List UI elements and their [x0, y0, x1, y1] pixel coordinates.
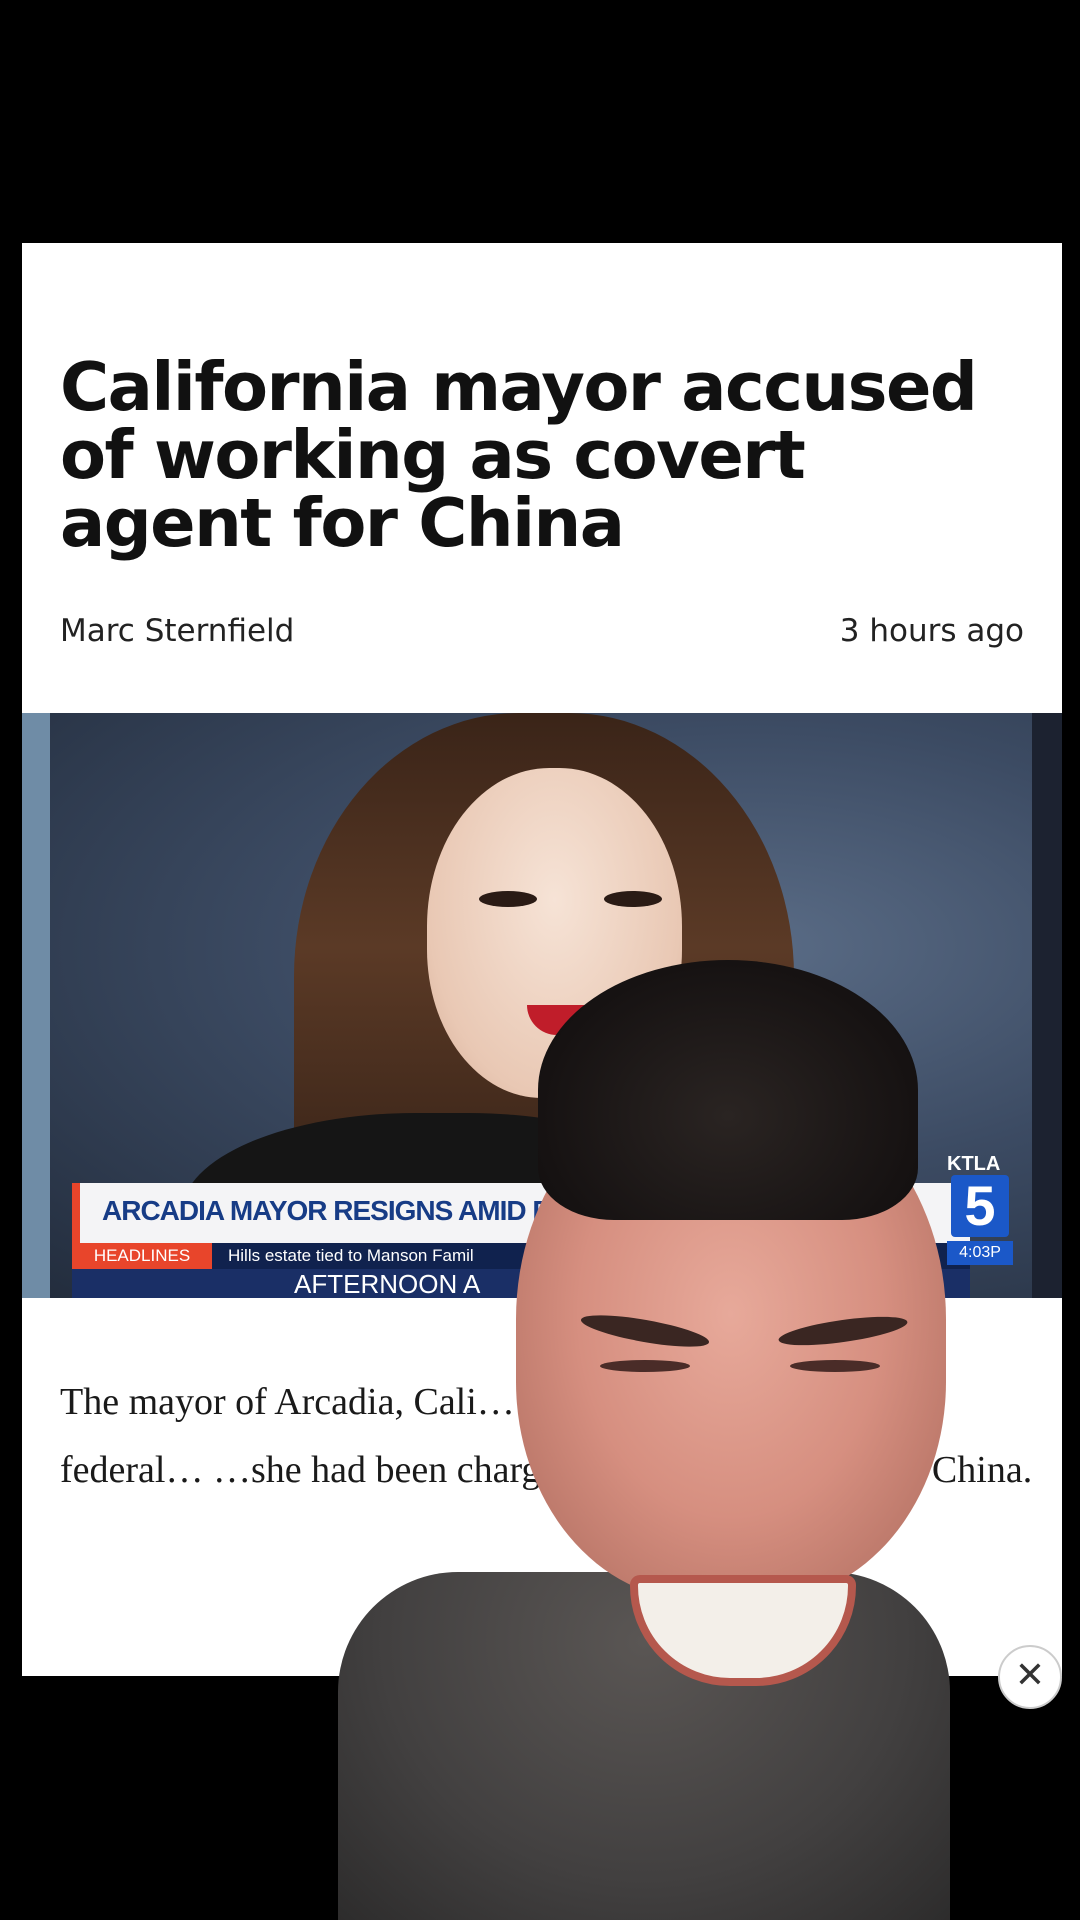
- person-eye-right: [790, 1360, 880, 1372]
- byline: Marc Sternfield 3 hours ago: [60, 613, 1024, 649]
- portrait-eye-left: [479, 891, 537, 907]
- article-headline: California mayor accused of working as c…: [60, 348, 978, 562]
- person-hair: [538, 960, 918, 1220]
- portrait-eye-right: [604, 891, 662, 907]
- reaction-person-overlay: [338, 960, 950, 1920]
- station-name: KTLA: [947, 1153, 1001, 1175]
- image-edge: [22, 713, 50, 1298]
- channel-number: 5: [951, 1175, 1009, 1237]
- image-edge-right: [1032, 713, 1062, 1298]
- person-eye-left: [600, 1360, 690, 1372]
- broadcast-clock: 4:03P: [947, 1241, 1013, 1265]
- headlines-tag: HEADLINES: [72, 1243, 212, 1269]
- author-name[interactable]: Marc Sternfield: [60, 613, 294, 649]
- screen: { "article": { "headline": "California m…: [0, 0, 1080, 1920]
- close-icon[interactable]: ✕: [998, 1645, 1062, 1709]
- publish-time: 3 hours ago: [839, 613, 1024, 649]
- station-logo: KTLA 5 4:03P: [947, 1153, 1015, 1268]
